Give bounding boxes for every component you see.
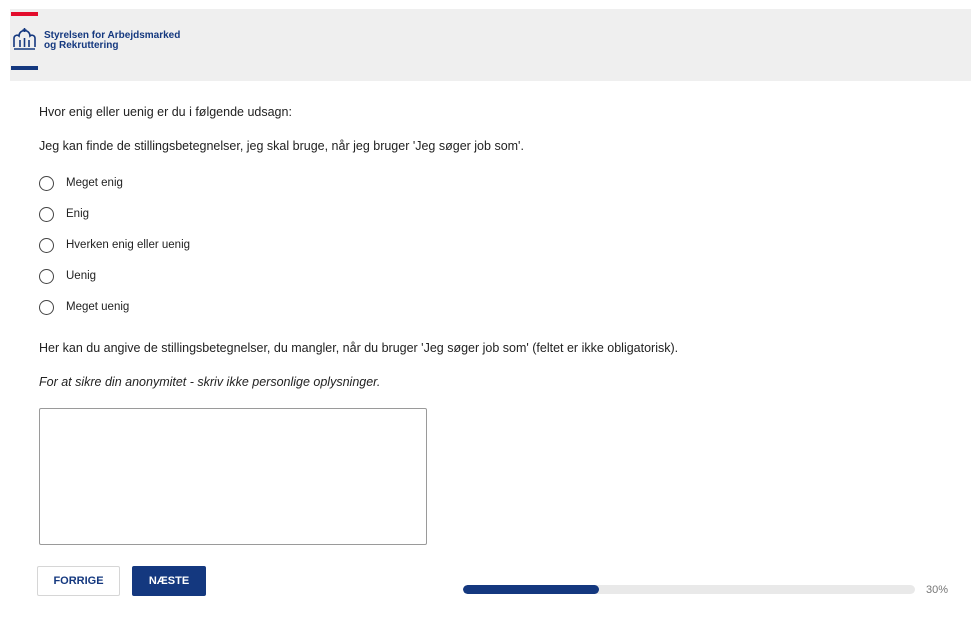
question-statement: Jeg kan finde de stillingsbetegnelser, j… [39, 139, 524, 153]
radio-button[interactable] [39, 206, 54, 222]
option-label: Uenig [66, 270, 97, 282]
logo-text: Styrelsen for Arbejdsmarked og Rekrutter… [44, 31, 180, 51]
previous-button[interactable]: FORRIGE [37, 566, 120, 596]
radio-button[interactable] [39, 237, 54, 253]
anonymity-note: For at sikre din anonymitet - skriv ikke… [39, 375, 381, 389]
radio-button[interactable] [39, 268, 54, 284]
option-label: Hverken enig eller uenig [66, 239, 191, 251]
radio-button[interactable] [39, 175, 54, 191]
next-button[interactable]: NÆSTE [132, 566, 206, 596]
radio-button[interactable] [39, 299, 54, 315]
logo-blue-stripe [11, 66, 38, 70]
progress-bar-fill [463, 585, 599, 594]
option-label: Meget enig [66, 177, 123, 189]
progress-bar [463, 585, 915, 594]
logo-line-2: og Rekruttering [44, 40, 119, 51]
question-intro: Hvor enig eller uenig er du i følgende u… [39, 105, 292, 119]
option-hverken-enig-eller-uenig[interactable]: Hverken enig eller uenig [39, 236, 190, 254]
option-label: Meget uenig [66, 301, 130, 313]
free-text-input[interactable] [39, 408, 427, 545]
free-text-question: Her kan du angive de stillingsbetegnelse… [39, 341, 679, 355]
option-label: Enig [66, 208, 90, 220]
crown-logo-icon [13, 28, 36, 50]
option-meget-enig[interactable]: Meget enig [39, 174, 123, 192]
option-enig[interactable]: Enig [39, 205, 89, 223]
option-meget-uenig[interactable]: Meget uenig [39, 298, 129, 316]
logo-red-stripe [11, 12, 38, 16]
option-uenig[interactable]: Uenig [39, 267, 96, 285]
progress-percent: 30% [926, 584, 949, 596]
